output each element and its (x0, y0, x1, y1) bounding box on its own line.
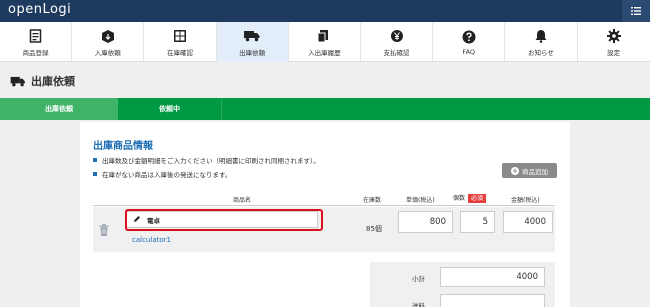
nav-label: 在庫確認 (166, 48, 193, 57)
nav-label: お知らせ (527, 48, 554, 57)
history-doc-icon (317, 28, 331, 44)
plus-icon: + (511, 166, 519, 175)
top-header: openLogi (0, 0, 650, 22)
main-nav: 商品登録 入庫依頼 在庫確認 出庫依頼 入出庫履歴 支払確認 FAQ お知らせ … (0, 22, 650, 62)
nav-item-payment[interactable]: 支払確認 (361, 22, 434, 62)
bullet-icon (93, 158, 97, 162)
shipping-input[interactable] (440, 294, 545, 307)
product-code-link[interactable]: calculator1 (132, 236, 171, 244)
list-icon (631, 5, 641, 18)
yen-coin-icon (390, 28, 404, 44)
bell-icon (534, 28, 548, 44)
product-register-icon (29, 28, 43, 44)
add-product-button[interactable]: + 商品追加 (502, 163, 557, 178)
help-icon (462, 29, 476, 45)
col-header-unit-price: 単価(税込) (406, 197, 435, 204)
subtotal-label: 小計 (412, 275, 425, 283)
inbound-box-icon (101, 28, 115, 44)
nav-label: 設定 (607, 48, 621, 57)
nav-label: 支払確認 (383, 48, 410, 57)
page-title: 出庫依頼 (31, 75, 75, 88)
note-text: 在庫がない商品は入庫後の発送になります。 (102, 171, 232, 179)
bullet-icon (93, 172, 97, 176)
nav-label: 入庫依頼 (94, 48, 121, 57)
nav-item-faq[interactable]: FAQ (433, 22, 506, 62)
nav-label: FAQ (462, 47, 476, 56)
col-header-name: 商品名 (233, 197, 252, 204)
openlogi-logo[interactable]: openLogi (8, 2, 71, 17)
amount-input[interactable]: 4000 (503, 211, 553, 233)
nav-label: 商品登録 (22, 48, 49, 57)
nav-label: 出庫依頼 (239, 48, 266, 57)
menu-button[interactable] (622, 0, 650, 22)
qty-header-label: 個数 (453, 195, 466, 202)
note-text: 出庫数及び金額明細をご入力ください（明細書に印刷され同梱されます）。 (102, 157, 320, 165)
step-current: 出庫依頼 (0, 98, 118, 120)
col-header-amount: 金額(税込) (511, 197, 540, 204)
table-header: 商品名 在庫数 単価(税込) 個数 必須 金額(税込) (93, 194, 555, 206)
trash-icon[interactable] (99, 221, 109, 240)
gear-icon (606, 28, 621, 44)
nav-item-product-register[interactable]: 商品登録 (0, 22, 73, 62)
section-title: 出庫商品情報 (93, 141, 153, 152)
stock-shelf-icon (173, 28, 187, 44)
page-title-area: 出庫依頼 (10, 72, 75, 90)
add-product-label: 商品追加 (522, 167, 548, 176)
truck-icon (10, 72, 26, 91)
col-header-qty: 個数 必須 (453, 193, 487, 203)
summary-box: 小計 4000 送料 (370, 262, 555, 307)
highlight-annotation (125, 209, 323, 231)
quantity-input[interactable]: 5 (460, 211, 495, 233)
nav-item-history[interactable]: 入出庫履歴 (289, 22, 361, 62)
nav-item-settings[interactable]: 設定 (578, 22, 650, 62)
nav-item-outbound[interactable]: 出庫依頼 (216, 22, 289, 62)
step-bar: 出庫依頼 依頼中 (0, 98, 650, 120)
nav-item-inbound[interactable]: 入庫依頼 (72, 22, 145, 62)
shipping-label: 送料 (412, 302, 425, 307)
nav-label: 入出庫履歴 (308, 48, 341, 57)
nav-item-stock[interactable]: 在庫確認 (144, 22, 217, 62)
note-item: 在庫がない商品は入庫後の発送になります。 (93, 169, 231, 179)
col-header-stock: 在庫数 (363, 197, 382, 204)
subtotal-value: 4000 (440, 267, 545, 287)
truck-icon (244, 28, 260, 44)
unit-price-input[interactable]: 800 (398, 211, 453, 233)
required-badge: 必須 (468, 194, 487, 203)
nav-item-notice[interactable]: お知らせ (505, 22, 578, 62)
stock-count: 85個 (366, 225, 382, 233)
step-next: 依頼中 (118, 98, 222, 120)
note-item: 出庫数及び金額明細をご入力ください（明細書に印刷され同梱されます）。 (93, 155, 320, 165)
